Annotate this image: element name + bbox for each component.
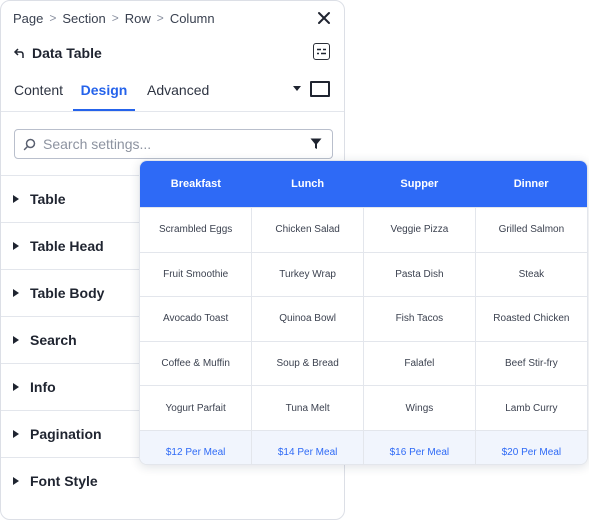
desktop-icon[interactable] — [310, 81, 330, 97]
price-cell: $20 Per Meal — [475, 429, 587, 464]
breadcrumb-row[interactable]: Row — [125, 11, 151, 26]
table-cell: Wings — [363, 385, 476, 431]
price-cell: $12 Per Meal — [140, 429, 253, 464]
column-header[interactable]: Breakfast — [140, 161, 252, 208]
chevron-right-icon: > — [111, 11, 119, 25]
table-cell: Quinoa Bowl — [251, 296, 364, 342]
table-row: Coffee & Muffin Soup & Bread Falafel Bee… — [140, 340, 587, 386]
section-label: Pagination — [30, 426, 102, 442]
caret-down-icon[interactable] — [292, 85, 302, 93]
table-cell: Steak — [475, 251, 587, 297]
table-cell: Falafel — [363, 340, 476, 386]
table-header-row: Breakfast Lunch Supper Dinner — [140, 161, 587, 208]
layout-button[interactable] — [313, 43, 330, 60]
table-cell: Scrambled Eggs — [140, 207, 253, 253]
filter-icon[interactable] — [310, 138, 322, 150]
breadcrumb-column[interactable]: Column — [170, 11, 215, 26]
layout-icon — [317, 48, 326, 55]
section-label: Search — [30, 332, 77, 348]
tab-content[interactable]: Content — [14, 73, 64, 109]
table-cell: Yogurt Parfait — [140, 385, 253, 431]
search-settings-field[interactable] — [14, 129, 333, 159]
table-cell: Pasta Dish — [363, 251, 476, 297]
price-cell: $14 Per Meal — [251, 429, 364, 464]
data-table-preview: Breakfast Lunch Supper Dinner Scrambled … — [139, 160, 588, 465]
price-cell: $16 Per Meal — [363, 429, 476, 464]
breadcrumb-page[interactable]: Page — [13, 11, 43, 26]
section-label: Table Body — [30, 285, 105, 301]
data-table: Breakfast Lunch Supper Dinner Scrambled … — [140, 161, 587, 464]
search-input[interactable] — [41, 135, 300, 153]
table-cell: Soup & Bread — [251, 340, 364, 386]
panel-title-row: Data Table — [13, 45, 102, 61]
table-cell: Grilled Salmon — [475, 207, 587, 253]
table-cell: Chicken Salad — [251, 207, 364, 253]
caret-right-icon — [13, 430, 19, 438]
table-cell: Avocado Toast — [140, 296, 253, 342]
section-label: Table Head — [30, 238, 104, 254]
table-cell: Turkey Wrap — [251, 251, 364, 297]
table-row: Fruit Smoothie Turkey Wrap Pasta Dish St… — [140, 251, 587, 297]
close-icon[interactable] — [316, 10, 332, 26]
tab-design[interactable]: Design — [73, 73, 135, 111]
section-label: Font Style — [30, 473, 98, 489]
back-arrow-icon[interactable] — [13, 47, 25, 59]
table-cell: Beef Stir-fry — [475, 340, 587, 386]
section-label: Table — [30, 191, 66, 207]
table-cell: Veggie Pizza — [363, 207, 476, 253]
chevron-right-icon: > — [49, 11, 57, 25]
column-header[interactable]: Dinner — [475, 161, 587, 208]
caret-right-icon — [13, 195, 19, 203]
caret-right-icon — [13, 383, 19, 391]
column-header[interactable]: Lunch — [251, 161, 364, 208]
price-row: $12 Per Meal $14 Per Meal $16 Per Meal $… — [140, 429, 587, 464]
section-label: Info — [30, 379, 56, 395]
table-row: Avocado Toast Quinoa Bowl Fish Tacos Roa… — [140, 296, 587, 342]
caret-right-icon — [13, 289, 19, 297]
table-row: Scrambled Eggs Chicken Salad Veggie Pizz… — [140, 207, 587, 253]
table-row: Yogurt Parfait Tuna Melt Wings Lamb Curr… — [140, 385, 587, 431]
table-cell: Tuna Melt — [251, 385, 364, 431]
column-header[interactable]: Supper — [363, 161, 476, 208]
caret-right-icon — [13, 242, 19, 250]
breadcrumb: Page > Section > Row > Column — [13, 10, 215, 26]
chevron-right-icon: > — [156, 11, 164, 25]
caret-right-icon — [13, 336, 19, 344]
tab-advanced[interactable]: Advanced — [147, 73, 211, 109]
table-cell: Lamb Curry — [475, 385, 587, 431]
panel-title: Data Table — [32, 45, 102, 61]
caret-right-icon — [13, 477, 19, 485]
table-cell: Roasted Chicken — [475, 296, 587, 342]
search-icon — [23, 138, 36, 150]
table-cell: Fish Tacos — [363, 296, 476, 342]
table-cell: Fruit Smoothie — [140, 251, 253, 297]
breadcrumb-section[interactable]: Section — [62, 11, 105, 26]
table-cell: Coffee & Muffin — [140, 340, 253, 386]
